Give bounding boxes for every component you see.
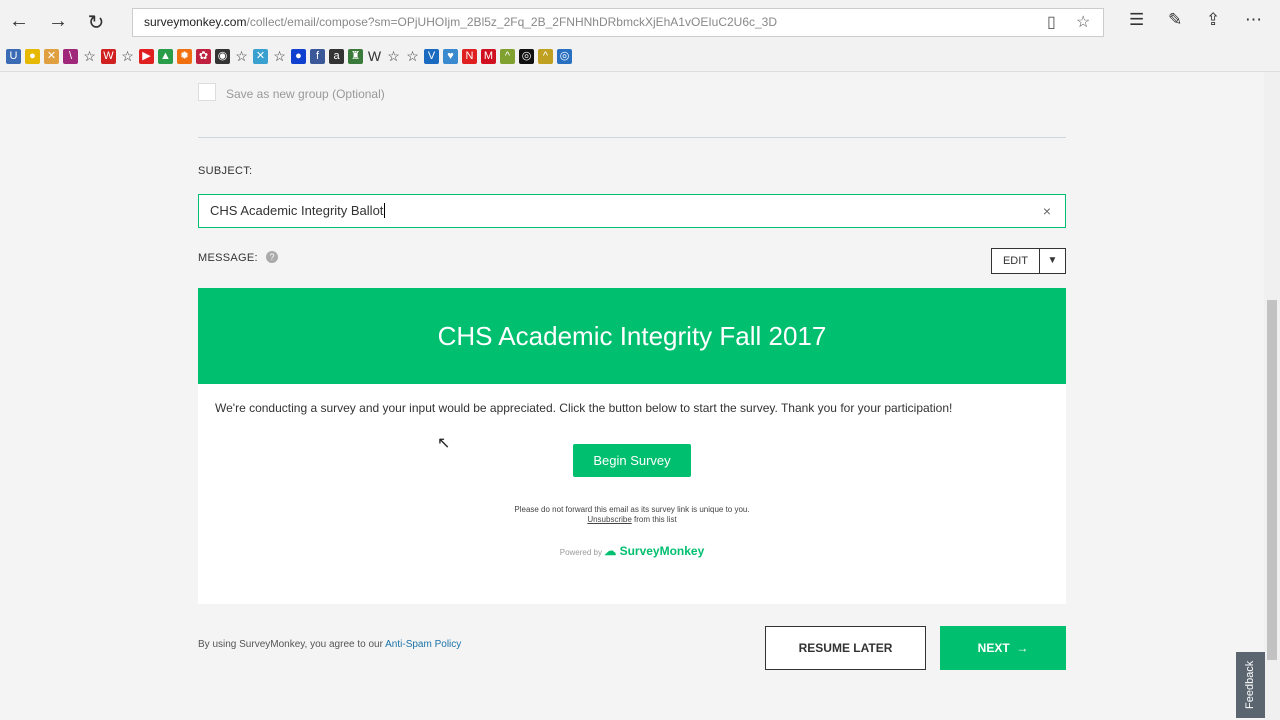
bookmark-icon[interactable]: ☆ [234, 49, 249, 64]
next-button[interactable]: NEXT → [940, 626, 1066, 670]
edit-dropdown[interactable]: EDIT ▼ [991, 248, 1066, 274]
refresh-icon[interactable]: ↻ [83, 10, 109, 35]
bookmark-icon[interactable]: ☆ [272, 49, 287, 64]
bookmark-icon[interactable]: ✿ [196, 49, 211, 64]
agree-text: By using SurveyMonkey, you agree to our [198, 639, 386, 650]
favorite-star-icon[interactable]: ☆ [1076, 9, 1090, 36]
bookmark-icon[interactable]: ☆ [386, 49, 401, 64]
subject-input[interactable]: CHS Academic Integrity Ballot × [198, 194, 1066, 228]
save-group-label: Save as new group (Optional) [226, 87, 385, 101]
help-icon[interactable]: ? [266, 251, 278, 263]
unsubscribe-text: from this list [631, 515, 677, 524]
favorites-hub-icon[interactable]: ☰ [1129, 10, 1144, 30]
scrollbar[interactable] [1264, 72, 1280, 720]
bookmark-icon[interactable]: N [462, 49, 477, 64]
bookmark-icon[interactable]: ▶ [139, 49, 154, 64]
bookmark-icon[interactable]: ✕ [253, 49, 268, 64]
back-icon[interactable]: ← [6, 10, 32, 33]
email-title-banner: CHS Academic Integrity Fall 2017 [198, 288, 1066, 384]
reading-view-icon[interactable]: ▯ [1047, 9, 1056, 36]
more-icon[interactable]: ⋯ [1245, 10, 1262, 30]
share-icon[interactable]: ⇪ [1206, 10, 1220, 30]
powered-by: Powered by [559, 548, 602, 557]
bookmark-icon[interactable]: ● [291, 49, 306, 64]
bookmark-icon[interactable]: U [6, 49, 21, 64]
bookmark-icon[interactable]: ♥ [443, 49, 458, 64]
divider [198, 137, 1066, 138]
bookmark-icon[interactable]: ^ [500, 49, 515, 64]
bookmark-icon[interactable]: ☆ [82, 49, 97, 64]
address-bar[interactable]: surveymonkey.com/collect/email/compose?s… [132, 8, 1104, 37]
subject-value: CHS Academic Integrity Ballot [210, 203, 384, 218]
bookmark-icon[interactable]: ◉ [215, 49, 230, 64]
email-message: We're conducting a survey and your input… [215, 401, 953, 415]
bookmark-icon[interactable]: ☆ [120, 49, 135, 64]
arrow-right-icon: → [1016, 641, 1029, 655]
edit-button[interactable]: EDIT [992, 249, 1040, 273]
feedback-tab[interactable]: Feedback [1236, 652, 1265, 718]
save-group-checkbox[interactable] [198, 83, 216, 101]
bookmark-icon[interactable]: ◎ [557, 49, 572, 64]
bookmarks-bar: U ● ✕ \ ☆ W ☆ ▶ ▲ ✹ ✿ ◉ ☆ ✕ ☆ ● f a ♜ W ☆ ☆ V ♥ N M ^ ◎ ^ ◎ [6, 49, 572, 64]
bookmark-icon[interactable]: V [424, 49, 439, 64]
bookmark-icon[interactable]: ♜ [348, 49, 363, 64]
bookmark-icon[interactable]: ◎ [519, 49, 534, 64]
forward-icon[interactable]: → [45, 10, 71, 33]
bookmark-icon[interactable]: ^ [538, 49, 553, 64]
bookmark-icon[interactable]: f [310, 49, 325, 64]
subject-label: SUBJECT: [198, 165, 253, 177]
bookmark-icon[interactable]: ▲ [158, 49, 173, 64]
anti-spam-policy-link[interactable]: Anti-Spam Policy [385, 639, 461, 650]
bookmark-icon[interactable]: W [101, 49, 116, 64]
scrollbar-thumb[interactable] [1267, 300, 1277, 660]
bookmark-icon[interactable]: ✕ [44, 49, 59, 64]
bookmark-icon[interactable]: ✹ [177, 49, 192, 64]
browser-toolbar: ← → ↻ surveymonkey.com/collect/email/com… [0, 0, 1280, 72]
resume-later-button[interactable]: RESUME LATER [765, 626, 926, 670]
chevron-down-icon[interactable]: ▼ [1040, 249, 1065, 273]
mouse-cursor-icon: ↖ [437, 435, 451, 452]
surveymonkey-logo: ☁ SurveyMonkey [604, 544, 705, 558]
email-body: We're conducting a survey and your input… [198, 384, 1066, 604]
bookmark-icon[interactable]: a [329, 49, 344, 64]
unsubscribe-link[interactable]: Unsubscribe [587, 515, 631, 524]
url-domain: surveymonkey.com [144, 15, 247, 29]
web-note-icon[interactable]: ✎ [1168, 10, 1182, 30]
bookmark-icon[interactable]: ☆ [405, 49, 420, 64]
url-path: /collect/email/compose?sm=OPjUHOIjm_2Bl5… [246, 15, 778, 29]
bookmark-icon[interactable]: W [367, 49, 382, 64]
bookmark-icon[interactable]: \ [63, 49, 78, 64]
bookmark-icon[interactable]: M [481, 49, 496, 64]
message-label: MESSAGE: [198, 252, 258, 264]
begin-survey-button[interactable]: Begin Survey [573, 444, 691, 477]
clear-icon[interactable]: × [1043, 195, 1051, 227]
forward-note: Please do not forward this email as its … [514, 505, 750, 514]
bookmark-icon[interactable]: ● [25, 49, 40, 64]
